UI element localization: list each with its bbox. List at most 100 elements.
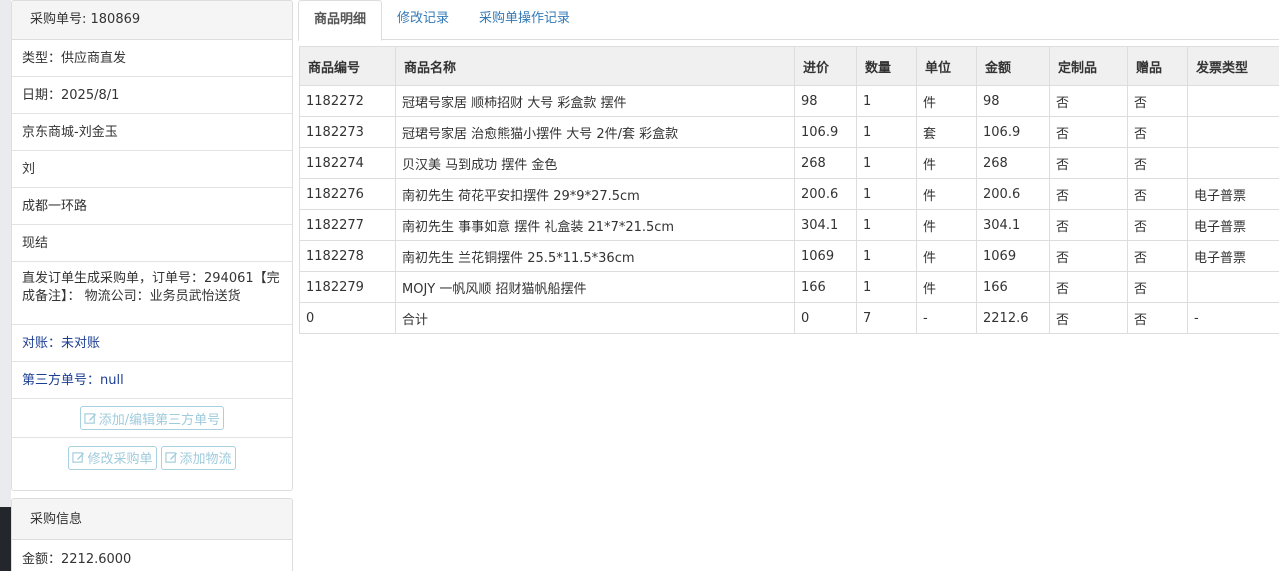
edit-icon bbox=[72, 452, 85, 463]
cell-invoice-type bbox=[1187, 85, 1279, 117]
app-frame: 采购单号: 180869 类型：供应商直发 日期：2025/8/1 京东商城-刘… bbox=[0, 0, 1279, 571]
cell-unit: 件 bbox=[916, 240, 977, 272]
left-edge-strip bbox=[0, 0, 11, 571]
table-total-row: 0 合计 0 7 - 2212.6 否 否 - bbox=[299, 302, 1279, 334]
cell-gift: 否 bbox=[1127, 240, 1188, 272]
tab-order-operation-log[interactable]: 采购单操作记录 bbox=[464, 0, 585, 40]
cell-invoice-type: 电子普票 bbox=[1187, 178, 1279, 210]
cell-quantity: 7 bbox=[856, 302, 917, 334]
cell-unit: 件 bbox=[916, 147, 977, 179]
edit-third-party-button[interactable]: 添加/编辑第三方单号 bbox=[79, 406, 225, 430]
cell-amount: 98 bbox=[976, 85, 1050, 117]
column-header-quantity[interactable]: 数量 bbox=[856, 46, 917, 86]
purchase-info-panel: 采购信息 金额：2212.6000 bbox=[11, 498, 293, 571]
cell-unit-price: 0 bbox=[794, 302, 857, 334]
cell-amount: 2212.6 bbox=[976, 302, 1050, 334]
cell-amount: 304.1 bbox=[976, 209, 1050, 241]
edit-icon bbox=[84, 412, 96, 424]
cell-product-name: 合计 bbox=[395, 302, 795, 334]
order-panel: 采购单号: 180869 类型：供应商直发 日期：2025/8/1 京东商城-刘… bbox=[11, 0, 293, 491]
cell-product-name: MOJY 一帆风顺 招财猫帆船摆件 bbox=[395, 271, 795, 303]
cell-product-name: 贝汉美 马到成功 摆件 金色 bbox=[395, 147, 795, 179]
cell-unit: 套 bbox=[916, 116, 977, 148]
cell-unit: 件 bbox=[916, 85, 977, 117]
cell-quantity: 1 bbox=[856, 271, 917, 303]
reconcile-status: 对账：未对账 bbox=[12, 325, 292, 362]
contact-name: 刘 bbox=[12, 151, 292, 188]
cell-quantity: 1 bbox=[856, 178, 917, 210]
cell-custom-product: 否 bbox=[1049, 178, 1128, 210]
order-number-heading: 采购单号: 180869 bbox=[12, 1, 292, 40]
table-header-row: 商品编号 商品名称 进价 数量 单位 金额 定制品 赠品 发票类型 bbox=[299, 46, 1279, 86]
order-actions-row: 修改采购单 添加物流 bbox=[12, 438, 292, 477]
cell-unit-price: 106.9 bbox=[794, 116, 857, 148]
cell-quantity: 1 bbox=[856, 147, 917, 179]
cell-product-name: 南初先生 兰花铜摆件 25.5*11.5*36cm bbox=[395, 240, 795, 272]
cell-product-code: 1182276 bbox=[299, 178, 396, 210]
cell-product-name: 南初先生 荷花平安扣摆件 29*9*27.5cm bbox=[395, 178, 795, 210]
column-header-unit-price[interactable]: 进价 bbox=[794, 46, 857, 86]
cell-product-code: 1182272 bbox=[299, 85, 396, 117]
cell-product-code: 1182277 bbox=[299, 209, 396, 241]
cell-product-name: 南初先生 事事如意 摆件 礼盒装 21*7*21.5cm bbox=[395, 209, 795, 241]
tab-product-details[interactable]: 商品明细 bbox=[298, 0, 383, 41]
purchase-amount: 金额：2212.6000 bbox=[22, 552, 132, 567]
address: 成都一环路 bbox=[12, 188, 292, 225]
column-header-invoice-type[interactable]: 发票类型 bbox=[1187, 46, 1279, 86]
third-party-button-row: 添加/编辑第三方单号 bbox=[12, 399, 292, 438]
tab-modification-log[interactable]: 修改记录 bbox=[382, 0, 464, 40]
column-header-gift[interactable]: 赠品 bbox=[1127, 46, 1188, 86]
column-header-amount[interactable]: 金额 bbox=[976, 46, 1050, 86]
table-row: 1182277 南初先生 事事如意 摆件 礼盒装 21*7*21.5cm 304… bbox=[299, 209, 1279, 241]
edit-order-button[interactable]: 修改采购单 bbox=[68, 445, 157, 470]
cell-gift: 否 bbox=[1127, 147, 1188, 179]
cell-invoice-type bbox=[1187, 147, 1279, 179]
cell-custom-product: 否 bbox=[1049, 209, 1128, 241]
cell-unit-price: 268 bbox=[794, 147, 857, 179]
column-header-unit[interactable]: 单位 bbox=[916, 46, 977, 86]
main-content: 商品明细 修改记录 采购单操作记录 商品编号 商品名称 进价 数量 单位 金额 … bbox=[298, 0, 1279, 571]
cell-gift: 否 bbox=[1127, 271, 1188, 303]
edit-icon bbox=[164, 452, 177, 463]
table-row: 1182278 南初先生 兰花铜摆件 25.5*11.5*36cm 1069 1… bbox=[299, 240, 1279, 272]
cell-custom-product: 否 bbox=[1049, 116, 1128, 148]
column-header-product-name[interactable]: 商品名称 bbox=[395, 46, 795, 86]
order-note: 直发订单生成采购单，订单号：294061【完成备注】： 物流公司：业务员武怡送货 bbox=[12, 262, 292, 325]
add-logistics-button[interactable]: 添加物流 bbox=[160, 445, 236, 470]
add-logistics-label: 添加物流 bbox=[179, 452, 232, 467]
cell-gift: 否 bbox=[1127, 302, 1188, 334]
table-row: 1182273 冠珺号家居 治愈熊猫小摆件 大号 2件/套 彩盒款 106.9 … bbox=[299, 116, 1279, 148]
edit-order-label: 修改采购单 bbox=[87, 452, 153, 467]
table-row: 1182276 南初先生 荷花平安扣摆件 29*9*27.5cm 200.6 1… bbox=[299, 178, 1279, 210]
product-table-wrapper: 商品编号 商品名称 进价 数量 单位 金额 定制品 赠品 发票类型 118227… bbox=[299, 46, 1279, 334]
purchase-info-heading: 采购信息 bbox=[12, 499, 292, 540]
cell-product-code: 0 bbox=[299, 302, 396, 334]
cell-custom-product: 否 bbox=[1049, 85, 1128, 117]
cell-gift: 否 bbox=[1127, 85, 1188, 117]
cell-custom-product: 否 bbox=[1049, 302, 1128, 334]
cell-custom-product: 否 bbox=[1049, 271, 1128, 303]
order-sidebar: 采购单号: 180869 类型：供应商直发 日期：2025/8/1 京东商城-刘… bbox=[11, 0, 293, 571]
cell-unit-price: 304.1 bbox=[794, 209, 857, 241]
cell-unit-price: 1069 bbox=[794, 240, 857, 272]
cell-invoice-type: - bbox=[1187, 302, 1279, 334]
payment-method: 现结 bbox=[12, 225, 292, 262]
table-row: 1182274 贝汉美 马到成功 摆件 金色 268 1 件 268 否 否 bbox=[299, 147, 1279, 179]
product-table: 商品编号 商品名称 进价 数量 单位 金额 定制品 赠品 发票类型 118227… bbox=[299, 46, 1279, 334]
tab-bar: 商品明细 修改记录 采购单操作记录 bbox=[298, 0, 1279, 41]
table-row: 1182272 冠珺号家居 顺柿招财 大号 彩盒款 摆件 98 1 件 98 否… bbox=[299, 85, 1279, 117]
cell-unit: 件 bbox=[916, 271, 977, 303]
order-type: 类型：供应商直发 bbox=[12, 40, 292, 77]
column-header-product-code[interactable]: 商品编号 bbox=[299, 46, 396, 86]
cell-gift: 否 bbox=[1127, 116, 1188, 148]
table-row: 1182279 MOJY 一帆风顺 招财猫帆船摆件 166 1 件 166 否 … bbox=[299, 271, 1279, 303]
column-header-custom-product[interactable]: 定制品 bbox=[1049, 46, 1128, 86]
cell-invoice-type bbox=[1187, 271, 1279, 303]
cell-unit: 件 bbox=[916, 209, 977, 241]
edit-third-party-label: 添加/编辑第三方单号 bbox=[98, 412, 221, 428]
cell-product-name: 冠珺号家居 顺柿招财 大号 彩盒款 摆件 bbox=[395, 85, 795, 117]
cell-invoice-type: 电子普票 bbox=[1187, 209, 1279, 241]
cell-gift: 否 bbox=[1127, 178, 1188, 210]
cell-custom-product: 否 bbox=[1049, 240, 1128, 272]
cell-amount: 166 bbox=[976, 271, 1050, 303]
